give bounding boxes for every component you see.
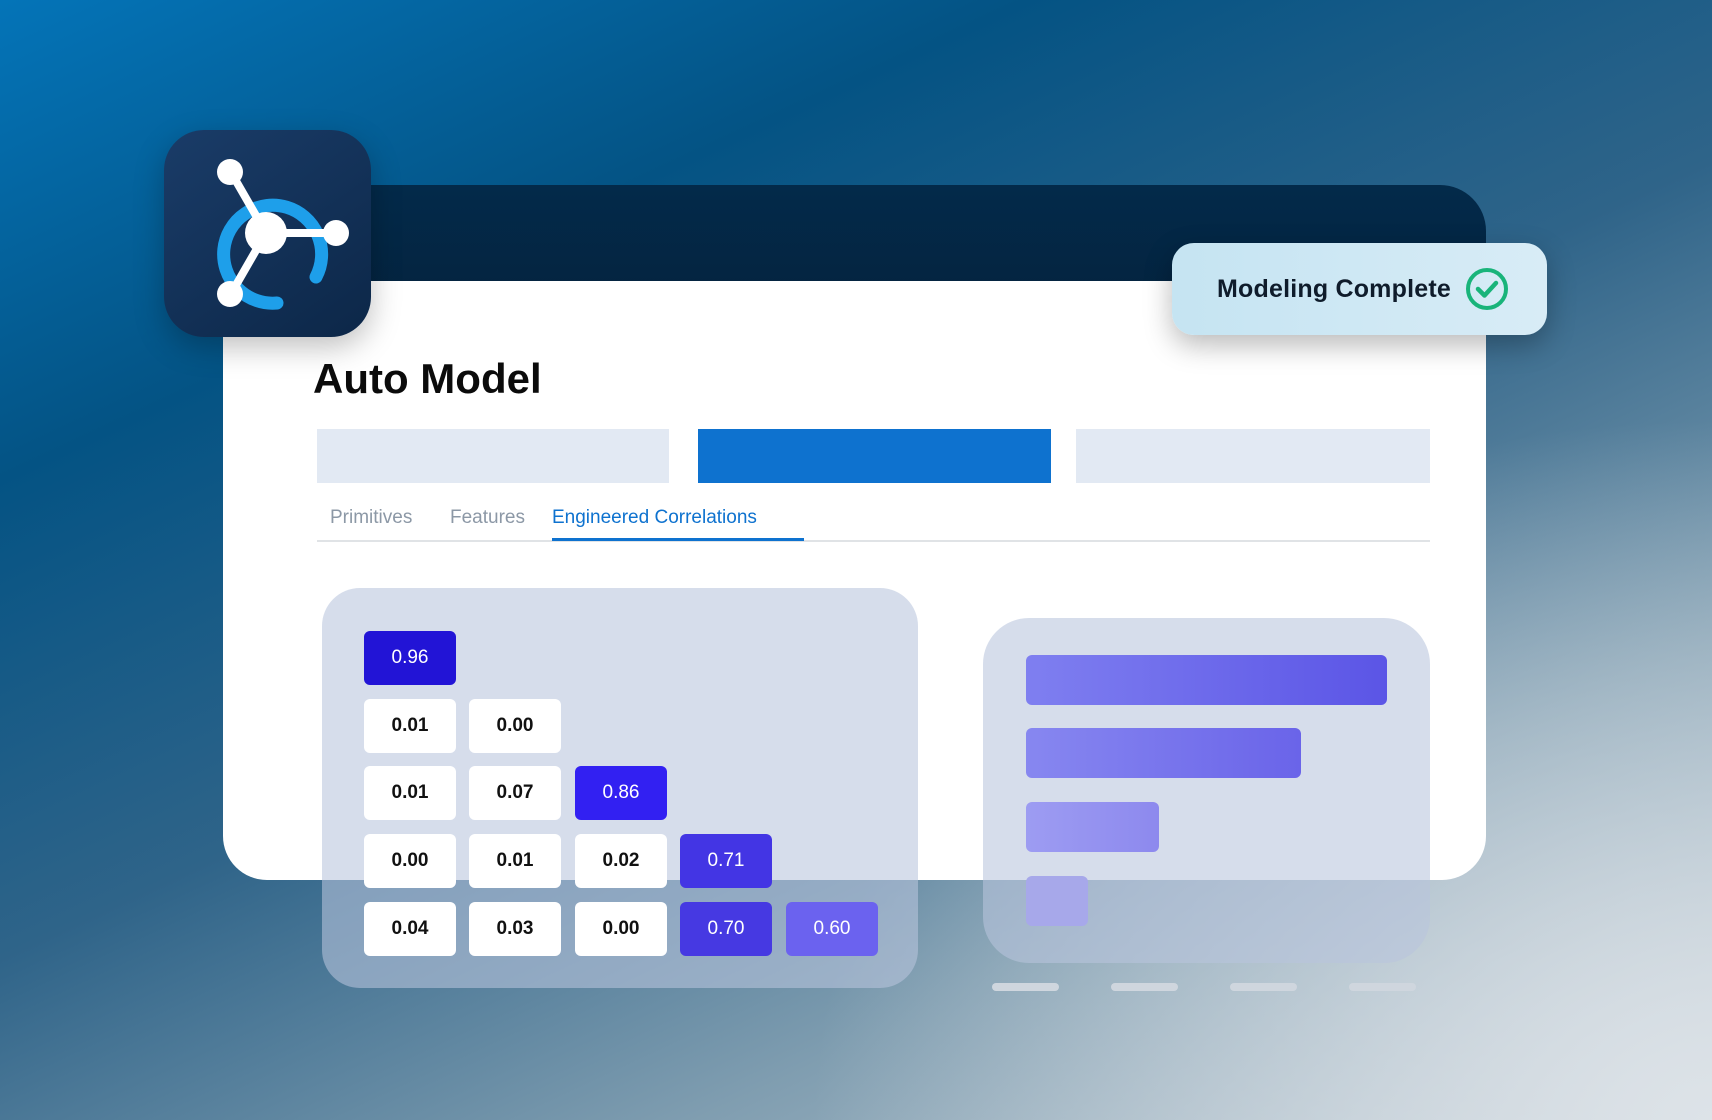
progress-step-3 [1076,429,1430,483]
chart-bar-4 [1026,876,1088,926]
status-label: Modeling Complete [1217,274,1451,303]
tab-bar: Primitives Features Engineered Correlati… [317,503,1430,542]
matrix-cell: 0.96 [364,631,456,685]
matrix-cell: 0.04 [364,902,456,956]
tab-engineered-correlations[interactable]: Engineered Correlations [552,507,757,529]
matrix-cell: 0.60 [786,902,878,956]
check-circle-icon [1465,268,1508,310]
matrix-cell: 0.01 [469,834,561,888]
axis-tick-placeholder-1 [992,983,1059,991]
bar-chart-card [983,618,1430,963]
page-title: Auto Model [313,355,542,402]
matrix-cell: 0.03 [469,902,561,956]
correlation-matrix-card: 0.96 0.01 0.00 0.01 0.07 0.86 0.00 0.01 0.02 0.71… [322,588,918,988]
network-logo-icon [217,159,349,310]
progress-step-1 [317,429,669,483]
matrix-cell: 0.00 [469,699,561,753]
matrix-cell: 0.01 [364,766,456,820]
matrix-cell: 0.01 [364,699,456,753]
matrix-cell: 0.71 [680,834,772,888]
matrix-cell: 0.00 [575,902,667,956]
active-tab-indicator [552,538,804,541]
tab-primitives[interactable]: Primitives [330,507,412,529]
chart-bar-3 [1026,802,1159,852]
matrix-cell: 0.70 [680,902,772,956]
chart-bar-1 [1026,655,1387,705]
matrix-cell: 0.07 [469,766,561,820]
matrix-cell: 0.00 [364,834,456,888]
chart-bar-2 [1026,728,1301,778]
axis-tick-placeholder-4 [1349,983,1416,991]
app-logo [164,130,371,337]
tab-features[interactable]: Features [450,507,525,529]
axis-tick-placeholder-2 [1111,983,1178,991]
matrix-cell: 0.86 [575,766,667,820]
axis-tick-placeholder-3 [1230,983,1297,991]
matrix-cell: 0.02 [575,834,667,888]
progress-step-2-active [698,429,1051,483]
status-toast: Modeling Complete [1172,243,1547,335]
